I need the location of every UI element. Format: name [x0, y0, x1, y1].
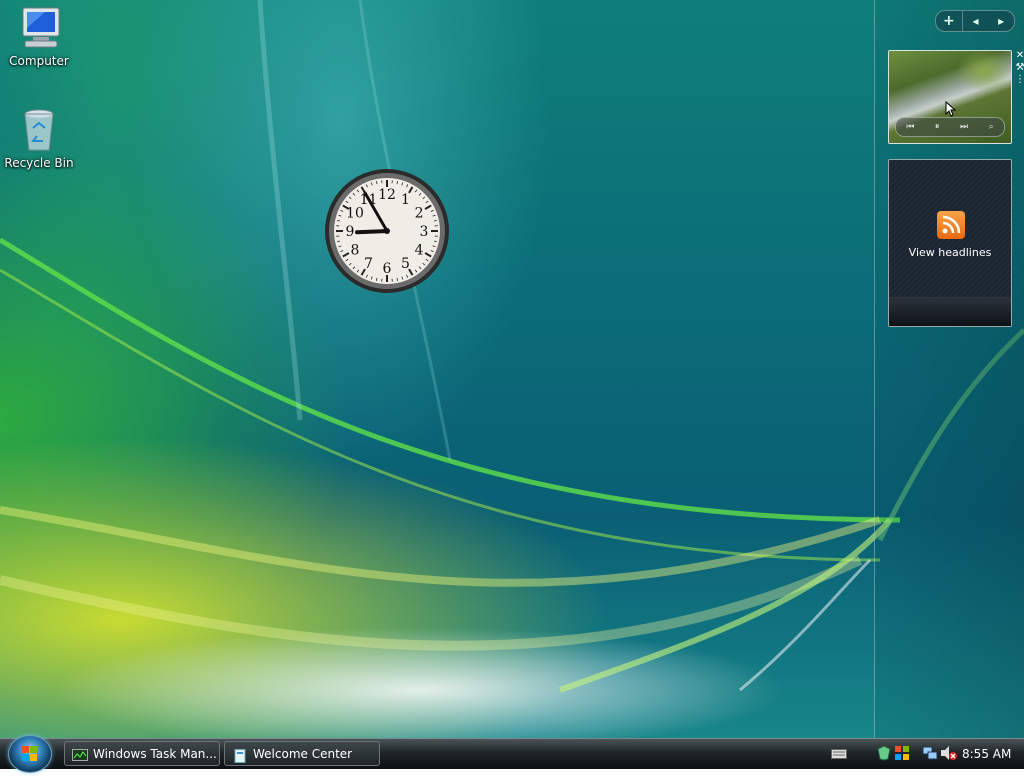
desktop: Computer Recycle Bin 121234567891011 +	[0, 0, 1024, 738]
clock-number: 7	[364, 256, 373, 272]
windows-sidebar: + ◂ ▸ ⏮ ⏸ ⏭ ⌕ ✕ ⚒ ⋮	[874, 0, 1024, 738]
next-slide-button[interactable]: ⏭	[960, 122, 968, 132]
options-wrench-icon[interactable]: ⚒	[1015, 62, 1024, 74]
gadget-toolbar: ✕ ⚒ ⋮	[1015, 50, 1024, 86]
slideshow-gadget[interactable]: ⏮ ⏸ ⏭ ⌕	[888, 50, 1012, 144]
clock-face: 121234567891011	[324, 168, 450, 294]
clock-number: 8	[350, 243, 359, 259]
security-center-icon[interactable]	[894, 745, 910, 761]
add-gadget-button[interactable]: +	[936, 11, 963, 31]
desktop-icon-computer[interactable]: Computer	[1, 4, 77, 68]
desktop-icon-label: Computer	[9, 54, 69, 68]
taskbar-button-task-manager[interactable]: Windows Task Man...	[64, 741, 220, 766]
welcome-center-icon	[232, 747, 248, 761]
clock-number: 2	[415, 206, 424, 222]
system-clock[interactable]: 8:55 AM	[962, 747, 1011, 761]
view-button[interactable]: ⌕	[989, 122, 994, 132]
clock-number: 12	[378, 187, 396, 203]
wallpaper-aurora	[0, 0, 1024, 738]
windows-logo-icon	[9, 736, 51, 772]
clock-number: 1	[401, 192, 410, 208]
mouse-cursor-icon	[945, 101, 957, 117]
taskbar-button-welcome-center[interactable]: Welcome Center	[224, 741, 380, 766]
volume-muted-icon[interactable]	[940, 745, 958, 761]
desktop-icon-recycle-bin[interactable]: Recycle Bin	[1, 106, 77, 170]
drag-handle-icon[interactable]: ⋮	[1015, 74, 1024, 86]
hour-hand	[357, 231, 387, 232]
clock-number: 6	[383, 261, 392, 277]
task-label: Welcome Center	[253, 747, 352, 761]
clock-number: 9	[346, 224, 355, 240]
taskbar: Windows Task Man... Welcome Center 8:55 …	[0, 738, 1024, 769]
sidebar-controls: + ◂ ▸	[935, 10, 1015, 32]
previous-page-button[interactable]: ◂	[963, 11, 989, 31]
notification-area: 8:55 AM	[826, 739, 1024, 769]
network-icon[interactable]	[922, 745, 938, 761]
windows-defender-icon[interactable]	[876, 745, 892, 761]
clock-gadget[interactable]: 121234567891011	[324, 168, 450, 294]
desktop-icon-label: Recycle Bin	[4, 156, 73, 170]
next-page-button[interactable]: ▸	[988, 11, 1014, 31]
clock-number: 3	[420, 224, 429, 240]
slideshow-controls: ⏮ ⏸ ⏭ ⌕	[895, 117, 1005, 137]
start-button[interactable]	[8, 735, 52, 773]
view-headlines-link[interactable]: View headlines	[889, 246, 1011, 259]
pause-button[interactable]: ⏸	[935, 122, 940, 132]
previous-slide-button[interactable]: ⏮	[906, 122, 914, 132]
task-manager-icon	[72, 747, 88, 761]
computer-icon	[15, 4, 63, 52]
close-icon[interactable]: ✕	[1015, 50, 1024, 62]
keyboard-icon[interactable]	[831, 749, 847, 759]
clock-number: 4	[415, 243, 424, 259]
rss-icon	[937, 211, 965, 239]
feed-footer	[889, 297, 1011, 326]
clock-number: 5	[401, 256, 410, 272]
feed-headlines-gadget[interactable]: View headlines	[888, 159, 1012, 327]
recycle-bin-icon	[15, 106, 63, 154]
task-label: Windows Task Man...	[93, 747, 217, 761]
